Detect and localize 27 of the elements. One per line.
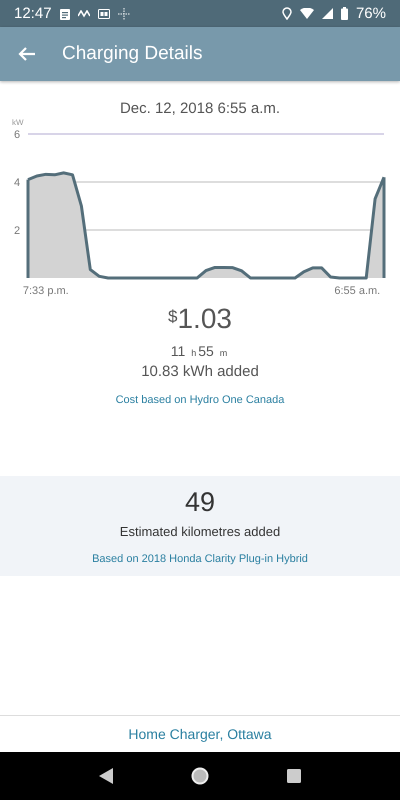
vehicle-link[interactable]: Based on 2018 Honda Clarity Plug-in Hybrid [92,553,308,565]
cost-amount: 1.03 [177,303,232,335]
x-tick-label: 6:55 a.m. [334,285,380,297]
battery-percent: 76% [356,5,386,22]
wifi-icon [300,8,314,19]
y-tick-label: 6 [14,129,20,141]
signal-icon [322,8,333,19]
screen-title: Charging Details [62,43,202,65]
y-axis-label: kW [12,118,24,127]
currency-symbol: $ [168,307,178,327]
battery-icon [340,7,348,20]
back-nav-button[interactable] [99,768,113,784]
kilometres-value: 49 [184,487,216,518]
home-nav-button[interactable] [191,767,209,785]
clipboard-icon [60,8,70,20]
back-button[interactable] [18,46,36,62]
crosshair-icon [118,8,130,20]
cost-source-link[interactable]: Cost based on Hydro One Canada [116,394,284,406]
y-tick-label: 2 [14,225,20,237]
session-date: Dec. 12, 2018 6:55 a.m. [120,100,280,117]
energy-added: 10.83 kWh added [141,363,259,380]
location-icon [282,7,292,20]
charger-location-link[interactable]: Home Charger, Ottawa [128,726,272,742]
x-tick-label: 7:33 p.m. [22,285,69,297]
kilometres-label: Estimated kilometres added [120,524,280,539]
y-tick-label: 4 [14,177,20,189]
status-time: 12:47 [14,5,52,22]
